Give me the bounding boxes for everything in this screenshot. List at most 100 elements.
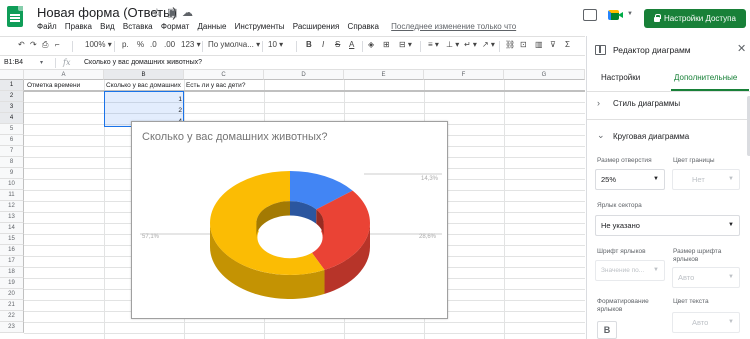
name-box[interactable]: B1:B4 <box>4 59 23 66</box>
chevron-right-icon[interactable]: › <box>597 98 600 108</box>
text-rotate-icon[interactable]: ↗ ▾ <box>482 40 495 49</box>
comment-history-icon[interactable] <box>583 9 597 21</box>
row-header-10[interactable]: 10 <box>0 179 24 190</box>
row-header-17[interactable]: 17 <box>0 256 24 267</box>
row-header-22[interactable]: 22 <box>0 311 24 322</box>
italic-button[interactable]: I <box>322 40 324 49</box>
row-header-14[interactable]: 14 <box>0 223 24 234</box>
column-header-b[interactable]: B <box>104 70 184 80</box>
percent-format-button[interactable]: % <box>137 40 144 49</box>
cell-a1[interactable]: Отметка времени <box>27 80 103 91</box>
menu-file[interactable]: Файл <box>37 22 57 31</box>
row-header-16[interactable]: 16 <box>0 245 24 256</box>
row-header-19[interactable]: 19 <box>0 278 24 289</box>
column-header-g[interactable]: G <box>504 70 585 80</box>
share-button[interactable]: Настройки Доступа <box>644 9 746 28</box>
row-header-13[interactable]: 13 <box>0 212 24 223</box>
menu-extensions[interactable]: Расширения <box>293 22 340 31</box>
tab-customize[interactable]: Дополнительные <box>674 73 737 82</box>
row-header-15[interactable]: 15 <box>0 234 24 245</box>
filter-icon[interactable]: ⊽ <box>550 40 556 49</box>
label-size-select[interactable]: Авто ▼ <box>672 267 740 288</box>
row-header-1[interactable]: 1 <box>0 80 24 91</box>
row-header-6[interactable]: 6 <box>0 135 24 146</box>
select-all-corner[interactable] <box>0 70 24 80</box>
font-select[interactable]: По умолча... ▾ <box>208 40 260 49</box>
pie-chart[interactable]: Сколько у вас домашних животных? 14,3% 2… <box>131 121 448 319</box>
increase-decimal-button[interactable]: .00 <box>164 40 175 49</box>
last-edit-link[interactable]: Последнее изменение только что <box>391 22 516 31</box>
undo-icon[interactable]: ↶ <box>18 40 25 49</box>
column-header-a[interactable]: A <box>24 70 104 80</box>
star-icon[interactable]: ☆ <box>152 6 162 19</box>
functions-icon[interactable]: Σ <box>565 40 570 49</box>
column-header-e[interactable]: E <box>344 70 424 80</box>
column-header-d[interactable]: D <box>264 70 344 80</box>
row-header-2[interactable]: 2 <box>0 91 24 102</box>
fill-color-icon[interactable]: ◈ <box>368 40 374 49</box>
print-icon[interactable]: ⎙ <box>42 40 48 50</box>
row-header-7[interactable]: 7 <box>0 146 24 157</box>
borders-icon[interactable]: ⊞ <box>383 40 390 49</box>
meet-icon[interactable] <box>608 8 624 22</box>
column-header-c[interactable]: C <box>184 70 264 80</box>
text-color-select[interactable]: Авто ▼ <box>672 312 740 333</box>
row-header-18[interactable]: 18 <box>0 267 24 278</box>
slice-label-select[interactable]: Не указано ▼ <box>595 215 740 236</box>
chevron-down-icon[interactable]: ▾ <box>40 59 43 66</box>
border-color-select[interactable]: Нет ▼ <box>672 169 740 190</box>
bold-button[interactable]: B <box>597 321 617 339</box>
row-header-20[interactable]: 20 <box>0 289 24 300</box>
insert-chart-icon[interactable]: ▥ <box>535 40 543 49</box>
tab-setup[interactable]: Настройки <box>601 73 640 82</box>
close-icon[interactable]: ✕ <box>737 42 746 55</box>
chevron-down-icon[interactable]: ⌄ <box>597 130 605 141</box>
paint-format-icon[interactable]: ⌐ <box>55 40 60 49</box>
move-folder-icon[interactable]: ▣ <box>167 6 177 19</box>
label-font-select[interactable]: Значение по... ▼ <box>595 260 665 281</box>
link-icon[interactable]: ⛓ <box>505 40 515 49</box>
decrease-decimal-button[interactable]: .0 <box>150 40 157 49</box>
row-header-12[interactable]: 12 <box>0 201 24 212</box>
cloud-status-icon[interactable]: ☁ <box>182 6 193 19</box>
cell-c1[interactable]: Есть ли у вас дети? <box>186 80 264 91</box>
menu-format[interactable]: Формат <box>161 22 189 31</box>
row-header-9[interactable]: 9 <box>0 168 24 179</box>
menu-view[interactable]: Вид <box>100 22 114 31</box>
column-header-f[interactable]: F <box>424 70 504 80</box>
align-left-icon[interactable]: ≡ ▾ <box>428 40 439 49</box>
bold-button[interactable]: B <box>306 40 312 49</box>
menu-insert[interactable]: Вставка <box>123 22 153 31</box>
chevron-down-icon[interactable]: ▼ <box>627 11 633 17</box>
row-header-5[interactable]: 5 <box>0 124 24 135</box>
row-header-23[interactable]: 23 <box>0 322 24 333</box>
row-header-3[interactable]: 3 <box>0 102 24 113</box>
formula-input[interactable]: Сколько у вас домашних животных? <box>84 59 202 66</box>
menu-help[interactable]: Справка <box>348 22 379 31</box>
cell-b2[interactable]: 1 <box>106 94 182 105</box>
menu-data[interactable]: Данные <box>198 22 227 31</box>
cell-b3[interactable]: 2 <box>106 105 182 116</box>
menu-tools[interactable]: Инструменты <box>235 22 285 31</box>
number-format-button[interactable]: 123 ▾ <box>181 40 201 49</box>
text-color-button[interactable]: A <box>349 40 354 49</box>
section-pie-chart[interactable]: Круговая диаграмма <box>613 132 689 141</box>
row-header-11[interactable]: 11 <box>0 190 24 201</box>
text-wrap-icon[interactable]: ↵ ▾ <box>464 40 477 49</box>
row-header-8[interactable]: 8 <box>0 157 24 168</box>
font-size-select[interactable]: 10 ▾ <box>268 40 283 49</box>
insert-comment-icon[interactable]: ⊡ <box>520 40 527 49</box>
sheets-logo-icon[interactable] <box>7 6 23 27</box>
hole-size-select[interactable]: 25% ▼ <box>595 169 665 190</box>
vertical-align-icon[interactable]: ⊥ ▾ <box>446 40 459 49</box>
strikethrough-button[interactable]: S <box>335 40 340 49</box>
section-chart-style[interactable]: Стиль диаграммы <box>613 99 680 108</box>
merge-cells-icon[interactable]: ⊟ ▾ <box>399 40 412 49</box>
zoom-select[interactable]: 100% ▾ <box>85 40 112 49</box>
currency-format-button[interactable]: р. <box>122 40 129 49</box>
row-header-21[interactable]: 21 <box>0 300 24 311</box>
menu-edit[interactable]: Правка <box>65 22 92 31</box>
cell-b1[interactable]: Сколько у вас домашних <box>106 80 184 91</box>
row-header-4[interactable]: 4 <box>0 113 24 124</box>
redo-icon[interactable]: ↷ <box>30 40 37 49</box>
